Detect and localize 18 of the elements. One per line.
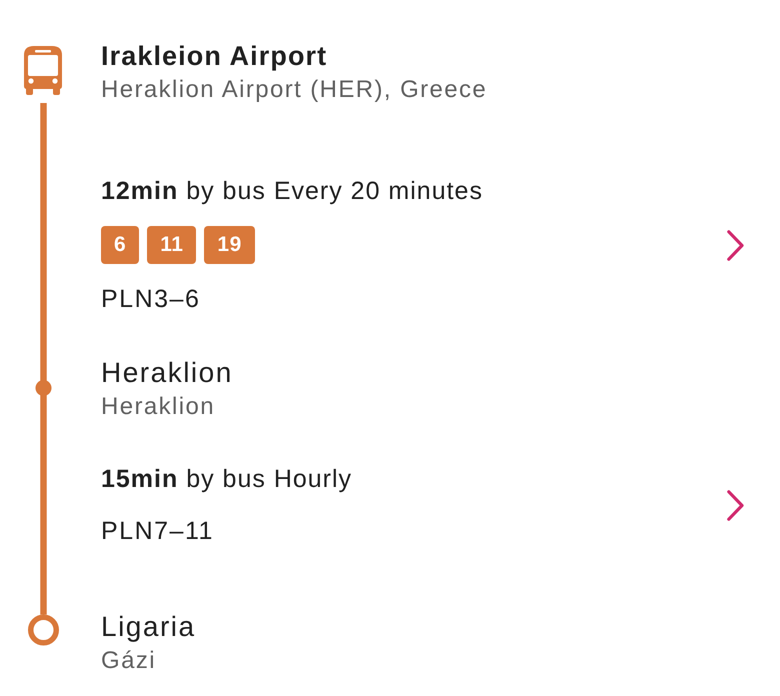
chevron-icon[interactable] <box>727 230 744 260</box>
route-number-badge: 6 <box>101 226 140 264</box>
leg-summary: 12min by bus Every 20 minutes <box>101 176 483 207</box>
stop-name: Heraklion <box>101 356 233 390</box>
stop-location: Heraklion Airport (HER), Greece <box>101 75 488 105</box>
stop-dot <box>36 380 52 396</box>
route-number-badge: 11 <box>147 226 196 264</box>
stop-location: Gázi <box>101 646 156 676</box>
stop-location: Heraklion <box>101 392 215 422</box>
stop-name: Irakleion Airport <box>101 40 328 73</box>
bus-icon <box>24 46 62 95</box>
chevron-icon[interactable] <box>727 490 744 520</box>
leg-summary: 15min by bus Hourly <box>101 464 352 495</box>
end-stop-ring <box>28 614 59 646</box>
stop-name: Ligaria <box>101 610 196 644</box>
fare-text: PLN7–11 <box>101 516 214 547</box>
route-number-badge: 19 <box>204 226 255 264</box>
fare-text: PLN3–6 <box>101 284 200 315</box>
